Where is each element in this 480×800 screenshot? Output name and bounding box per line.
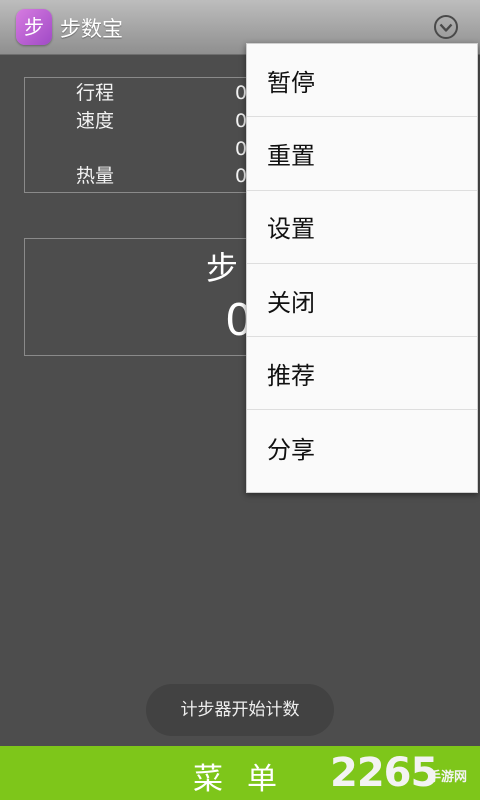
toast-message: 计步器开始计数: [146, 684, 334, 736]
menu-item-close[interactable]: 关闭: [247, 264, 477, 338]
calories-label: 热量: [76, 165, 115, 187]
menu-item-recommend[interactable]: 推荐: [247, 337, 477, 411]
menu-item-reset[interactable]: 重置: [247, 117, 477, 191]
circle-chevron-down-icon: [434, 15, 458, 39]
menu-item-share[interactable]: 分享: [247, 410, 477, 483]
app-title: 步数宝: [60, 17, 123, 41]
bottom-menu-bar[interactable]: 菜单 2265 手游网: [0, 746, 480, 800]
overflow-menu-button[interactable]: [432, 13, 460, 41]
steps-label: 步: [206, 249, 239, 287]
distance-label: 行程: [76, 82, 115, 104]
menu-item-pause[interactable]: 暂停: [247, 44, 477, 118]
watermark-suffix: 手游网: [428, 770, 468, 785]
speed-label: 速度: [76, 110, 115, 132]
watermark-logo: 2265: [330, 750, 438, 796]
app-icon: 步: [16, 9, 52, 45]
menu-item-settings[interactable]: 设置: [247, 191, 477, 264]
menu-button-label: 菜单: [193, 762, 301, 797]
steps-panel: 步 0: [24, 238, 266, 356]
stats-panel: 行程 0 速度 0 0 热量 0: [24, 77, 266, 193]
options-menu: 暂停 重置 设置 关闭 推荐 分享: [246, 43, 478, 493]
